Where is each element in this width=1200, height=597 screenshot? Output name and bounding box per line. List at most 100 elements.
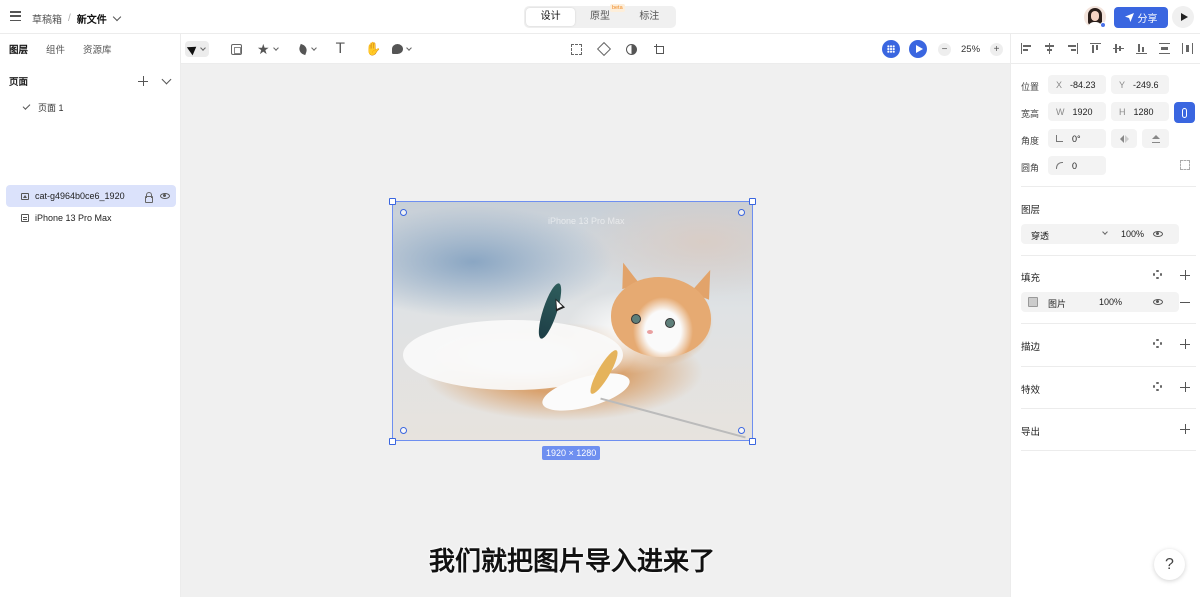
zoom-in-button[interactable]: + [990,43,1003,56]
zoom-out-button[interactable]: − [938,43,951,56]
file-name[interactable]: 新文件 [77,11,107,26]
corner-radius-handle[interactable] [738,427,745,434]
flip-vertical-icon [1151,134,1160,143]
export-section-title: 导出 [1021,427,1041,438]
add-page-icon[interactable] [138,76,148,86]
style-dots-icon[interactable] [1153,339,1162,348]
layer-row-cat-image[interactable]: cat-g4964b0ce6_1920 [6,185,176,207]
w-value: 1920 [1072,106,1093,117]
cat-image[interactable]: iPhone 13 Pro Max [392,201,753,441]
resize-handle-bottom-right[interactable] [749,438,756,445]
effects-section-title: 特效 [1021,385,1041,396]
add-stroke-icon[interactable] [1180,339,1190,349]
tab-annotate[interactable]: 标注 [625,8,674,26]
online-status-dot [1100,22,1106,28]
fill-opacity-value[interactable]: 100% [1099,297,1122,307]
divider [1021,408,1196,409]
eye-icon[interactable] [1153,299,1163,305]
tab-layers[interactable]: 图层 [9,42,28,56]
cursor-icon [186,42,200,56]
text-tool[interactable]: T [336,41,345,57]
left-panel-tabs: 图层 组件 资源库 [0,34,112,64]
canvas[interactable]: iPhone 13 Pro Max 1920 × 1280 我们就把图片导入进来… [181,64,1010,597]
fill-type: 图片 [1048,299,1067,309]
width-input[interactable]: W 1920 [1048,102,1106,121]
corner-radius-handle[interactable] [738,209,745,216]
lock-ratio-button[interactable] [1174,102,1195,123]
shape-tool[interactable]: ★ [257,41,279,57]
alignment-toolbar [1011,34,1200,64]
transform-tool[interactable] [571,41,582,57]
comment-icon [392,44,403,54]
corner-radius-label: 圆角 [1021,163,1040,173]
hand-tool[interactable]: ✋ [365,41,381,57]
y-value: -249.6 [1133,79,1159,90]
align-left-icon[interactable] [1021,43,1032,54]
add-export-icon[interactable] [1180,424,1190,434]
preview-button[interactable] [909,40,927,58]
mask-tool[interactable] [626,41,637,57]
plugins-button[interactable] [882,40,900,58]
style-dots-icon[interactable] [1153,382,1162,391]
y-position-input[interactable]: Y -249.6 [1111,75,1169,94]
height-input[interactable]: H 1280 [1111,102,1169,121]
tab-assets[interactable]: 资源库 [83,42,112,56]
add-effect-icon[interactable] [1180,382,1190,392]
tab-components[interactable]: 组件 [46,42,65,56]
resize-handle-top-right[interactable] [749,198,756,205]
chevron-down-icon[interactable] [161,74,172,84]
add-fill-icon[interactable] [1180,270,1190,280]
divider [1021,186,1196,187]
tab-design[interactable]: 设计 [526,8,576,26]
align-center-h-icon[interactable] [1044,43,1055,54]
help-button[interactable]: ? [1154,549,1185,580]
layer-opacity-value[interactable]: 100% [1121,229,1144,239]
page-item[interactable]: 页面 1 [9,99,172,115]
crop-tool[interactable] [654,41,665,57]
remove-fill-icon[interactable] [1180,302,1190,304]
distribute-vertical-icon[interactable] [1159,43,1170,54]
component-icon [596,41,612,57]
frame-tool[interactable] [231,41,242,57]
present-button[interactable] [1172,6,1194,28]
align-middle-v-icon[interactable] [1113,43,1124,54]
corner-radius-icon [1056,162,1063,169]
breadcrumb-drafts[interactable]: 草稿箱 [32,11,62,26]
x-value: -84.23 [1070,79,1096,90]
flip-horizontal-button[interactable] [1111,129,1137,148]
x-position-input[interactable]: X -84.23 [1048,75,1106,94]
tab-prototype[interactable]: 原型 beta [575,4,625,26]
style-dots-icon[interactable] [1153,270,1162,279]
pages-header: 页面 [9,74,172,88]
chevron-down-icon [1102,229,1108,235]
align-top-icon[interactable] [1090,43,1101,54]
corner-radius-input[interactable]: 0 [1048,156,1106,175]
corner-radius-handle[interactable] [400,209,407,216]
distribute-horizontal-icon[interactable] [1182,43,1193,54]
corner-radius-handle[interactable] [400,427,407,434]
resize-handle-top-left[interactable] [389,198,396,205]
align-right-icon[interactable] [1067,43,1078,54]
move-tool[interactable] [185,41,209,57]
frame-icon [21,214,29,222]
lock-icon[interactable] [144,191,153,203]
layer-row-iphone-frame[interactable]: iPhone 13 Pro Max [6,207,176,229]
flip-horizontal-icon [1119,134,1129,143]
resize-handle-bottom-left[interactable] [389,438,396,445]
eye-icon[interactable] [1153,231,1163,237]
frame-watermark: iPhone 13 Pro Max [548,216,625,226]
independent-corners-icon[interactable] [1180,160,1190,170]
zoom-level[interactable]: 25% [961,44,980,55]
chevron-down-icon[interactable] [112,12,122,22]
comment-tool[interactable] [392,41,412,57]
hamburger-menu-icon[interactable] [10,11,21,21]
create-component-tool[interactable] [596,41,612,57]
pen-tool[interactable] [299,41,317,57]
rotation-input[interactable]: 0° [1048,129,1106,148]
share-button[interactable]: 分享 [1114,7,1168,28]
flip-vertical-button[interactable] [1142,129,1169,148]
frame-icon [231,43,242,55]
align-bottom-icon[interactable] [1136,43,1147,54]
eye-icon[interactable] [160,193,170,199]
divider [1021,450,1196,451]
